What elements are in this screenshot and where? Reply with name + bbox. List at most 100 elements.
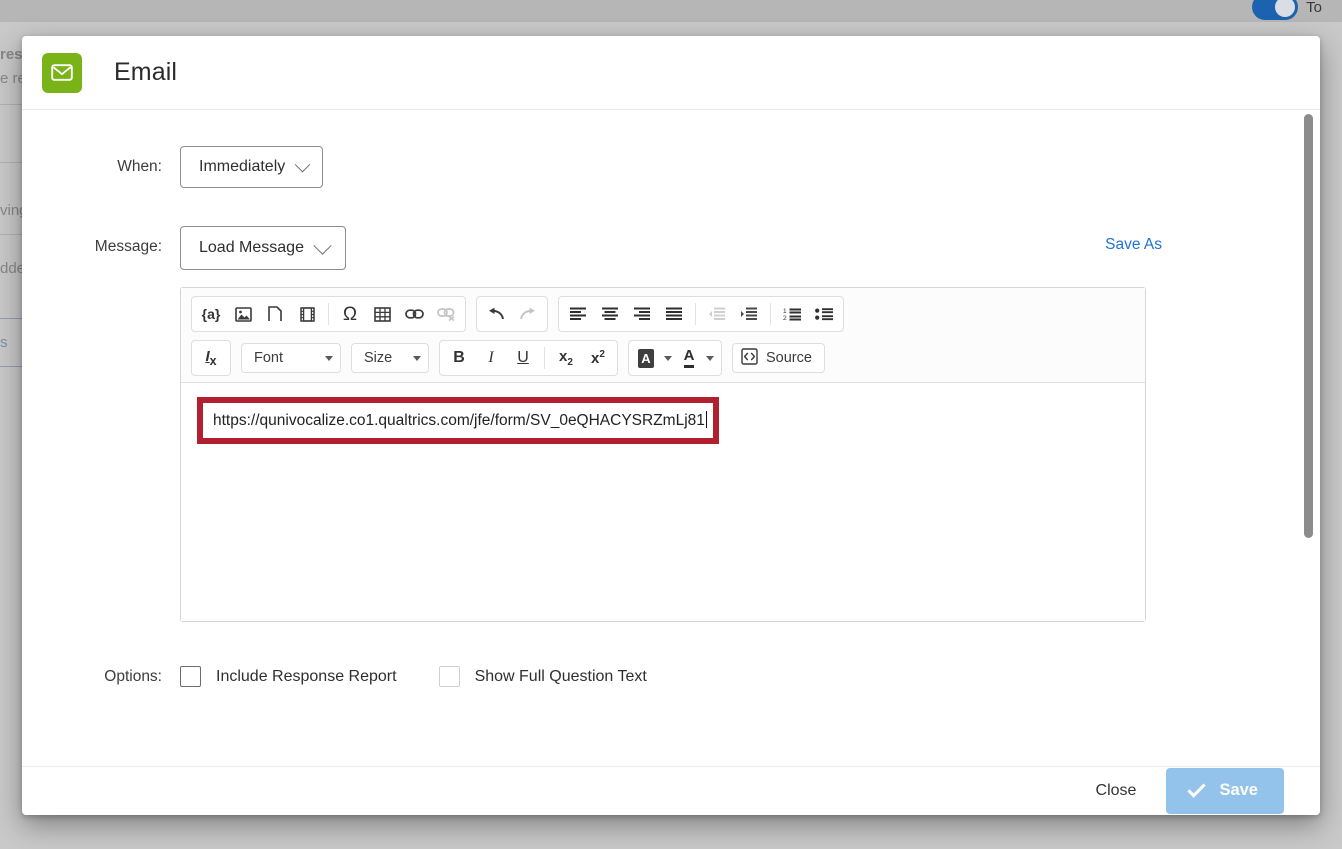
save-button[interactable]: Save [1166,768,1284,814]
subscript-button[interactable]: x2 [550,343,582,373]
align-justify-icon[interactable] [658,299,690,329]
email-modal: Email When: Immediately Message: Load Me… [22,36,1320,815]
when-row: When: Immediately [22,146,1320,188]
undo-icon[interactable] [480,299,512,329]
source-button[interactable]: Source [732,343,825,373]
numbered-list-icon[interactable]: 12 [776,299,808,329]
message-column: Load Message Save As {a} [180,226,1320,622]
source-code-icon [741,348,758,369]
message-header: Load Message Save As [180,226,1298,270]
option-show-full-question-text[interactable]: Show Full Question Text [439,666,647,687]
link-icon[interactable] [398,299,430,329]
save-as-link[interactable]: Save As [1105,236,1162,254]
color-group: A A [628,340,722,376]
indent-icon[interactable] [733,299,765,329]
chevron-down-icon [413,356,421,361]
modal-footer: Close Save [22,766,1320,814]
chevron-down-icon [313,236,331,254]
modal-scrollbar[interactable] [1304,114,1314,762]
italic-button[interactable]: I [475,343,507,373]
background-color-icon[interactable]: A [632,343,660,373]
show-full-question-text-checkbox[interactable] [439,666,460,687]
save-button-label: Save [1219,781,1258,800]
font-size-label: Size [364,350,392,366]
svg-text:2: 2 [783,315,787,321]
chevron-down-icon [295,156,311,172]
special-character-icon[interactable]: Ω [334,299,366,329]
editor-url-value: https://qunivocalize.co1.qualtrics.com/j… [213,412,705,429]
include-response-report-checkbox[interactable] [180,666,201,687]
option-include-response-report[interactable]: Include Response Report [180,666,397,687]
chevron-down-icon [664,356,672,361]
editor-url-text[interactable]: https://qunivocalize.co1.qualtrics.com/j… [203,405,713,436]
bold-label: B [453,349,465,367]
options-label: Options: [42,668,180,686]
text-color-icon[interactable]: A [676,343,702,373]
when-label: When: [42,146,180,176]
text-color-dropdown-icon[interactable] [702,343,718,373]
when-select[interactable]: Immediately [180,146,323,188]
remove-format-group: Ix [191,340,231,376]
page-break-icon[interactable] [259,299,291,329]
toolbar-divider [770,303,771,325]
outdent-icon [701,299,733,329]
include-response-report-label: Include Response Report [216,668,397,686]
envelope-icon [42,53,82,93]
background-color-dropdown-icon[interactable] [660,343,676,373]
italic-label: I [488,349,493,367]
svg-text:1: 1 [783,308,787,315]
toolbar-divider [328,303,329,325]
align-right-icon[interactable] [626,299,658,329]
close-button[interactable]: Close [1092,774,1141,808]
piped-text-icon[interactable]: {a} [195,299,227,329]
bold-button[interactable]: B [443,343,475,373]
history-group [476,296,548,332]
page-title: Email [114,58,177,87]
load-message-select[interactable]: Load Message [180,226,346,270]
chevron-down-icon [325,356,333,361]
toggle-switch[interactable] [1252,0,1298,20]
underline-button[interactable]: U [507,343,539,373]
rich-text-editor: {a} [180,287,1146,622]
chevron-down-icon [706,356,714,361]
align-center-icon[interactable] [594,299,626,329]
editor-content-area[interactable]: https://qunivocalize.co1.qualtrics.com/j… [181,383,1145,621]
url-highlight-box: https://qunivocalize.co1.qualtrics.com/j… [197,397,719,444]
load-message-label: Load Message [199,239,304,257]
source-label: Source [766,350,812,366]
align-left-icon[interactable] [562,299,594,329]
remove-format-icon[interactable]: Ix [195,343,227,373]
redo-icon [512,299,544,329]
message-row: Message: Load Message Save As [22,226,1320,622]
table-icon[interactable] [366,299,398,329]
image-icon[interactable] [227,299,259,329]
modal-body: When: Immediately Message: Load Message … [22,110,1320,766]
insert-group: {a} [191,296,466,332]
background-color-swatch: A [638,349,654,368]
underline-label: U [517,349,529,367]
show-full-question-text-label: Show Full Question Text [475,668,647,686]
text-color-swatch: A [684,348,695,368]
options-row: Options: Include Response Report Show Fu… [22,666,1320,687]
check-icon [1188,779,1206,797]
superscript-button[interactable]: x2 [582,343,614,373]
bulleted-list-icon[interactable] [808,299,840,329]
toggle-label: To [1306,0,1322,16]
message-label: Message: [42,226,180,256]
modal-header: Email [22,36,1320,110]
text-style-group: B I U x2 [439,340,618,376]
editor-toolbar: {a} [181,288,1145,383]
paragraph-group: 12 [558,296,844,332]
modal-scrollbar-thumb[interactable] [1304,114,1313,538]
editor-toolbar-row-1: {a} [191,296,1137,332]
font-size-select[interactable]: Size [351,343,429,373]
font-family-select[interactable]: Font [241,343,341,373]
background-toggle-group[interactable]: To [1252,0,1322,20]
toolbar-divider [544,347,545,369]
media-icon[interactable] [291,299,323,329]
editor-toolbar-row-2: Ix Font Size [191,340,1137,376]
toolbar-divider [695,303,696,325]
background-topbar [0,0,1342,22]
text-caret [706,411,708,428]
when-select-value: Immediately [199,158,285,176]
